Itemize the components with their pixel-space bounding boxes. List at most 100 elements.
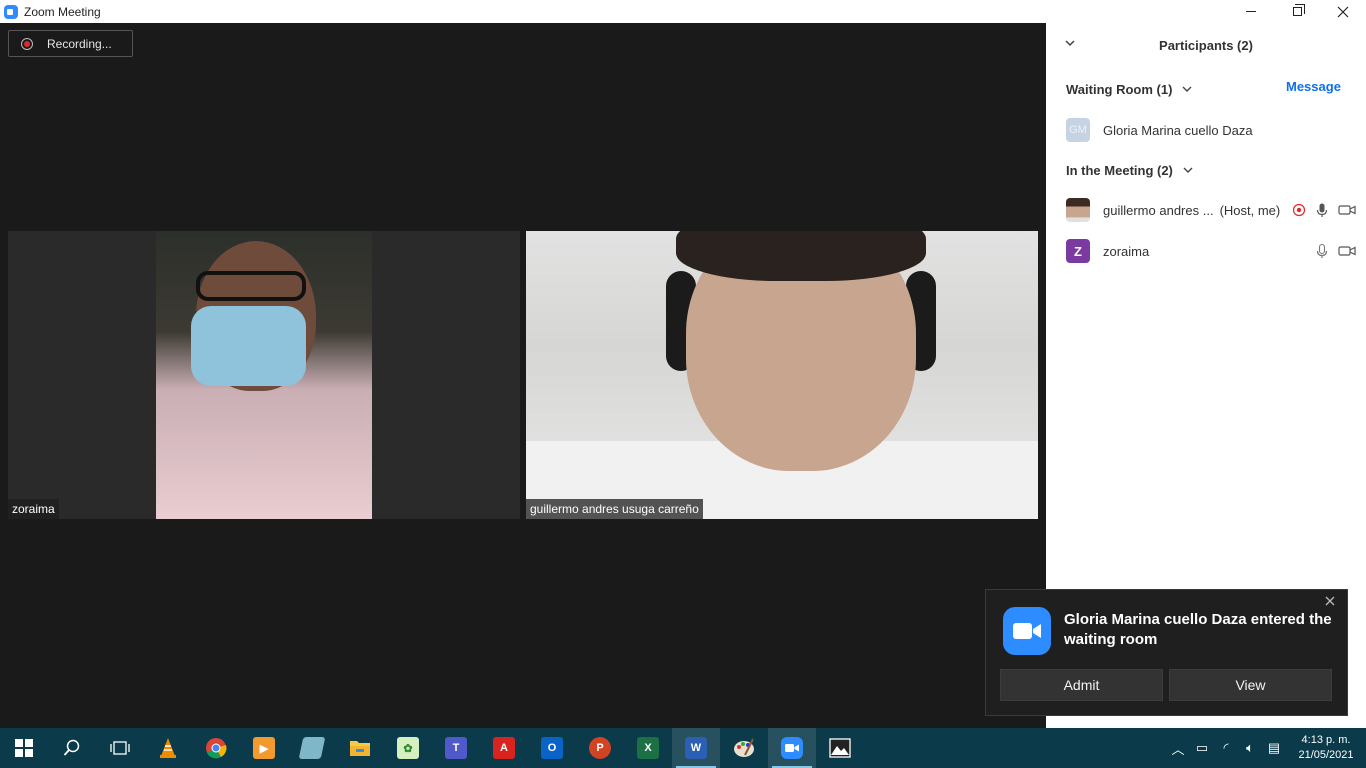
photos-icon	[829, 738, 851, 758]
chrome-icon	[206, 738, 227, 759]
window-titlebar: Zoom Meeting	[0, 0, 1366, 23]
chevron-down-icon[interactable]	[1064, 37, 1076, 49]
panel-title: Participants (2)	[1159, 37, 1253, 53]
face-mask	[191, 306, 306, 386]
in-meeting-header[interactable]: In the Meeting (2)	[1066, 159, 1193, 181]
taskbar-powerpoint[interactable]: P	[576, 728, 624, 768]
search-icon	[63, 739, 80, 756]
video-tile-zoraima[interactable]: zoraima	[8, 231, 520, 519]
video-feed	[526, 231, 1038, 519]
participant-row[interactable]: guillermo andres ... (Host, me)	[1066, 195, 1356, 225]
taskbar-acrobat[interactable]: A	[480, 728, 528, 768]
taskbar-photos[interactable]	[816, 728, 864, 768]
restore-button[interactable]	[1274, 0, 1320, 23]
taskbar-outlook[interactable]: O	[528, 728, 576, 768]
recording-indicator[interactable]: Recording...	[8, 30, 133, 57]
chevron-up-icon[interactable]: ︿	[1166, 739, 1190, 758]
start-button[interactable]	[0, 728, 48, 768]
word-icon: W	[685, 737, 707, 759]
search-button[interactable]	[48, 728, 96, 768]
taskbar-zoom[interactable]	[768, 728, 816, 768]
zoom-app-icon	[4, 4, 18, 19]
window-title: Zoom Meeting	[24, 4, 101, 19]
participant-name: zoraima	[1103, 243, 1150, 259]
task-view-button[interactable]	[96, 728, 144, 768]
windows-taskbar: ▶ ✿ T A O P X W ︿ ▭ ◜ 🔈︎ ▤ 4:13 p. m. 21…	[0, 728, 1366, 768]
vlc-icon	[160, 738, 176, 758]
avatar	[1066, 198, 1090, 222]
close-icon	[1337, 6, 1349, 17]
chevron-down-icon	[1182, 86, 1192, 92]
taskbar-notes[interactable]	[288, 728, 336, 768]
outlook-icon: O	[541, 737, 563, 759]
paint-icon	[734, 738, 754, 757]
taskbar-file-explorer[interactable]	[336, 728, 384, 768]
waiting-room-notification: Gloria Marina cuello Daza entered the wa…	[985, 589, 1348, 716]
video-camera-icon[interactable]	[1338, 243, 1356, 259]
hair	[676, 231, 926, 281]
windows-logo-icon	[15, 739, 33, 757]
minimize-button[interactable]	[1228, 0, 1274, 23]
avatar: Z	[1066, 239, 1090, 263]
participant-status-icons	[1314, 243, 1356, 259]
taskbar-media-player[interactable]: ▶	[240, 728, 288, 768]
notification-message: Gloria Marina cuello Daza entered the wa…	[1064, 611, 1332, 648]
close-button[interactable]	[1320, 0, 1366, 23]
microphone-icon[interactable]	[1314, 243, 1330, 259]
folder-icon	[350, 741, 370, 756]
minimize-icon	[1246, 11, 1256, 12]
restore-icon	[1292, 4, 1305, 16]
admit-button[interactable]: Admit	[1000, 669, 1163, 701]
task-view-icon	[110, 741, 130, 755]
clock-time: 4:13 p. m.	[1301, 734, 1351, 746]
taskbar-teams[interactable]: T	[432, 728, 480, 768]
close-icon[interactable]	[1323, 594, 1337, 608]
zoom-video-icon	[1003, 607, 1051, 655]
taskbar-chrome[interactable]	[192, 728, 240, 768]
video-tile-guillermo[interactable]: guillermo andres usuga carreño	[526, 231, 1038, 519]
chevron-down-icon	[1183, 167, 1193, 173]
avatar: GM	[1066, 118, 1090, 142]
microphone-icon[interactable]	[1314, 202, 1330, 218]
system-tray: ︿ ▭ ◜ 🔈︎ ▤ 4:13 p. m. 21/05/2021	[1166, 728, 1366, 768]
volume-icon[interactable]: 🔈︎	[1238, 740, 1262, 756]
waiting-room-header[interactable]: Waiting Room (1)	[1066, 78, 1192, 100]
video-name-tag: guillermo andres usuga carreño	[526, 499, 703, 519]
waiting-room-label: Waiting Room (1)	[1066, 81, 1173, 97]
clock-date: 21/05/2021	[1298, 749, 1354, 761]
media-player-icon: ▶	[253, 737, 275, 759]
recording-icon	[1292, 203, 1306, 217]
view-button[interactable]: View	[1169, 669, 1332, 701]
in-meeting-label: In the Meeting (2)	[1066, 162, 1173, 178]
app-green-icon: ✿	[397, 737, 419, 759]
video-name-tag: zoraima	[8, 499, 59, 519]
participant-name: guillermo andres ...	[1103, 202, 1214, 218]
video-feed	[156, 231, 372, 519]
participant-role: (Host, me)	[1219, 202, 1281, 218]
wifi-icon[interactable]: ◜	[1214, 740, 1238, 756]
window-controls	[1228, 0, 1366, 23]
recording-icon	[21, 37, 33, 50]
waiting-participant-row[interactable]: GM Gloria Marina cuello Daza	[1066, 115, 1356, 145]
action-center-icon[interactable]: ▤	[1262, 740, 1286, 756]
video-camera-icon[interactable]	[1338, 202, 1356, 218]
taskbar-vlc[interactable]	[144, 728, 192, 768]
participant-row[interactable]: Z zoraima	[1066, 236, 1356, 266]
taskbar-excel[interactable]: X	[624, 728, 672, 768]
excel-icon: X	[637, 737, 659, 759]
acrobat-icon: A	[493, 737, 515, 759]
participant-name: Gloria Marina cuello Daza	[1103, 122, 1253, 138]
recording-label: Recording...	[47, 36, 112, 51]
taskbar-app-green[interactable]: ✿	[384, 728, 432, 768]
notes-icon	[298, 737, 326, 759]
taskbar-paint[interactable]	[720, 728, 768, 768]
video-stage: Recording... zoraima guillermo andres us…	[0, 23, 1046, 728]
powerpoint-icon: P	[589, 737, 611, 759]
message-link[interactable]: Message	[1286, 79, 1366, 94]
taskbar-clock[interactable]: 4:13 p. m. 21/05/2021	[1286, 733, 1366, 763]
glasses	[196, 271, 306, 301]
battery-icon[interactable]: ▭	[1190, 740, 1214, 756]
participant-status-icons	[1292, 202, 1356, 218]
teams-icon: T	[445, 737, 467, 759]
taskbar-word[interactable]: W	[672, 728, 720, 768]
